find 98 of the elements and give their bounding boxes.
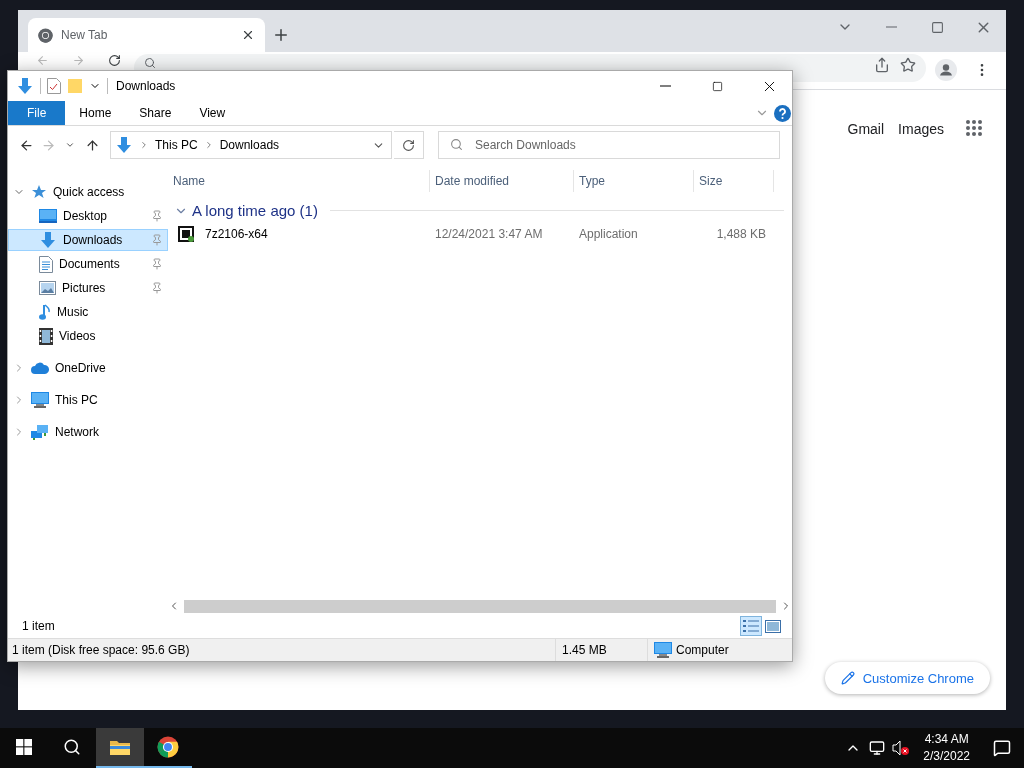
- date-cell-text: 12/24/2021 3:47 AM: [434, 227, 544, 241]
- item-count: 1 item: [22, 619, 56, 633]
- desktop-icon: [39, 209, 57, 223]
- browser-tab[interactable]: New Tab: [28, 18, 265, 52]
- download-arrow-icon: [39, 231, 57, 249]
- minimize-icon: [659, 85, 671, 87]
- nav-label: Network: [55, 425, 100, 439]
- top-link[interactable]: Images: [898, 120, 944, 137]
- nav-label: Pictures: [62, 281, 107, 295]
- maximize-icon: [711, 80, 723, 92]
- selection-size: 1.45 MB: [562, 643, 607, 657]
- computer-icon: [654, 642, 672, 658]
- file-name[interactable]: 7z2106-x64: [200, 227, 268, 241]
- maximize-icon: [930, 20, 944, 34]
- forward-icon: [71, 54, 85, 67]
- chevron-down-icon: [65, 140, 75, 150]
- forward-icon: [40, 137, 56, 153]
- search-icon: [450, 138, 463, 151]
- music-note-icon: [39, 303, 51, 321]
- computer-icon: [31, 392, 49, 408]
- top-link[interactable]: Gmail: [847, 120, 885, 137]
- windows-logo-icon: [16, 739, 32, 755]
- properties-icon[interactable]: [47, 78, 61, 94]
- nav-item[interactable]: Music: [8, 301, 168, 323]
- muted-speaker-icon: [892, 740, 911, 756]
- nav-label: This PC: [55, 393, 99, 407]
- status-text: 1 item (Disk free space: 95.6 GB): [12, 643, 190, 657]
- chevron-right-icon: [139, 140, 149, 150]
- pencil-icon: [840, 671, 855, 685]
- nav-label: Music: [57, 305, 90, 319]
- network-icon: [31, 424, 49, 440]
- back-icon: [35, 54, 49, 67]
- nav-label: Documents: [59, 257, 121, 271]
- breadcrumb-item[interactable]: This PC: [155, 138, 198, 152]
- customize-chrome-button[interactable]: Customize Chrome: [824, 662, 990, 694]
- nav-item[interactable]: Quick access: [8, 181, 168, 203]
- reload-icon: [107, 54, 121, 67]
- apps-grid-icon: [965, 119, 983, 137]
- nav-item[interactable]: OneDrive: [8, 357, 168, 379]
- taskbar-app[interactable]: [96, 728, 144, 768]
- share-icon[interactable]: [874, 57, 890, 73]
- cloud-icon: [31, 362, 49, 374]
- back-icon: [18, 137, 34, 153]
- search-icon: [144, 57, 156, 69]
- nav-label: Videos: [59, 329, 97, 343]
- breadcrumb-item[interactable]: Downloads: [219, 138, 280, 152]
- time-text: 4:34 AM: [924, 731, 969, 748]
- search-icon: [63, 738, 81, 756]
- nav-item[interactable]: This PC: [8, 389, 168, 411]
- group-heading: A long time ago (1): [192, 202, 318, 219]
- nav-item[interactable]: Downloads: [8, 229, 168, 251]
- date-text: 2/3/2022: [923, 748, 970, 765]
- nav-item[interactable]: Videos: [8, 325, 168, 347]
- close-tab-icon[interactable]: [241, 28, 255, 42]
- network-icon: [869, 740, 886, 756]
- column-header[interactable]: Size: [694, 170, 774, 192]
- search-field[interactable]: Search Downloads: [438, 131, 780, 159]
- folder-icon: [109, 738, 131, 756]
- star-icon: [31, 184, 47, 200]
- ribbon-tab[interactable]: Home: [65, 101, 126, 125]
- size-cell-text: 1,488 KB: [715, 227, 767, 241]
- plus-icon: [272, 26, 290, 44]
- film-icon: [39, 327, 53, 345]
- column-header[interactable]: Name: [168, 170, 430, 192]
- application-icon: [178, 226, 194, 242]
- column-header[interactable]: Type: [574, 170, 694, 192]
- notification-icon: [993, 739, 1011, 757]
- picture-icon: [39, 281, 56, 295]
- chrome-logo-icon: [38, 27, 53, 43]
- person-avatar-icon: [935, 59, 957, 81]
- ribbon-tab[interactable]: View: [185, 101, 240, 125]
- address-bar[interactable]: This PC Downloads: [110, 131, 392, 159]
- location-text: Computer: [676, 643, 729, 657]
- refresh-icon: [402, 138, 415, 152]
- view-button[interactable]: [740, 616, 762, 636]
- document-icon: [39, 255, 53, 273]
- nav-label: OneDrive: [55, 361, 107, 375]
- column-header[interactable]: Date modified: [430, 170, 574, 192]
- ribbon-tab[interactable]: File: [8, 101, 66, 125]
- ribbon-tab[interactable]: Share: [125, 101, 186, 125]
- clock[interactable]: 4:34 AM 2/3/2022: [913, 731, 980, 765]
- window-title: Downloads: [116, 79, 176, 93]
- details-view-icon: [743, 619, 759, 633]
- type-cell-text: Application: [578, 227, 639, 241]
- refresh-button[interactable]: [394, 131, 424, 159]
- nav-item[interactable]: Pictures: [8, 277, 168, 299]
- minimize-icon: [885, 26, 897, 28]
- nav-label: Downloads: [63, 233, 124, 247]
- nav-item[interactable]: Network: [8, 421, 168, 443]
- chrome-logo-icon: [157, 736, 179, 758]
- nav-item[interactable]: Desktop: [8, 205, 168, 227]
- download-arrow-icon: [115, 136, 133, 154]
- bookmark-star-icon[interactable]: [900, 57, 916, 73]
- nav-label: Quick access: [53, 185, 126, 199]
- nav-label: Desktop: [63, 209, 109, 223]
- nav-item[interactable]: Documents: [8, 253, 168, 275]
- download-arrow-icon: [16, 77, 34, 95]
- large-icons-view-icon: [765, 619, 781, 633]
